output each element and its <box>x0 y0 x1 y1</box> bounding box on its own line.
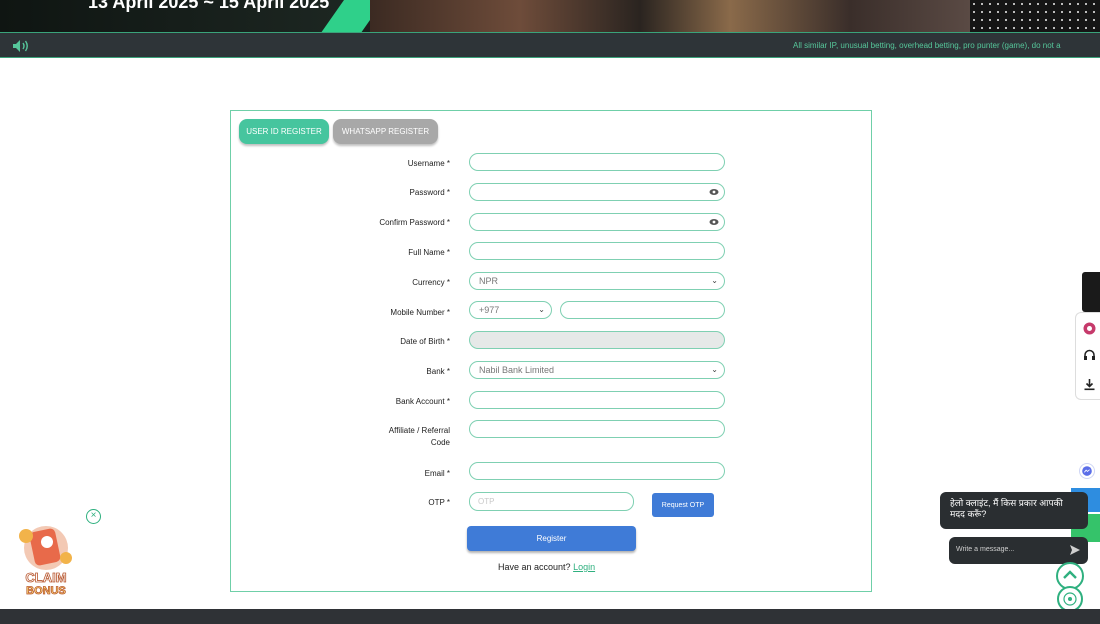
affiliate-code-input[interactable] <box>469 420 725 438</box>
username-input[interactable] <box>469 153 725 171</box>
affiliate-label: Affiliate / Referral Code <box>389 425 450 449</box>
announcement-bar: All similar IP, unusual betting, overhea… <box>0 32 1100 58</box>
country-code-select[interactable]: +977 ⌄ <box>469 301 552 319</box>
date-of-birth-label: Date of Birth * <box>400 337 450 346</box>
currency-value: NPR <box>479 276 499 286</box>
chat-message-input[interactable]: Write a message... <box>949 537 1088 564</box>
chat-placeholder: Write a message... <box>956 546 1015 553</box>
bank-label: Bank * <box>426 367 450 376</box>
password-label: Password * <box>409 188 450 197</box>
confirm-password-input[interactable] <box>469 213 725 231</box>
request-otp-button[interactable]: Request OTP <box>652 493 714 517</box>
speaker-icon <box>13 40 28 52</box>
casino-chip-icon[interactable] <box>1083 322 1096 335</box>
password-input[interactable] <box>469 183 725 201</box>
chat-greeting: हेलो क्लाइंट, मैं किस प्रकार आपकी मदद कर… <box>940 492 1088 529</box>
download-icon[interactable] <box>1083 378 1096 391</box>
otp-input[interactable]: OTP <box>469 492 634 511</box>
full-name-input[interactable] <box>469 242 725 260</box>
eye-icon[interactable] <box>709 217 719 227</box>
chevron-down-icon: ⌄ <box>711 276 718 285</box>
currency-label: Currency * <box>412 278 450 287</box>
close-icon[interactable]: × <box>86 509 101 524</box>
chevron-down-icon: ⌄ <box>538 305 545 314</box>
email-label: Email * <box>424 469 450 478</box>
mobile-number-input[interactable] <box>560 301 725 319</box>
confirm-password-label: Confirm Password * <box>379 218 450 227</box>
footer-bar <box>0 609 1100 624</box>
login-link[interactable]: Login <box>573 562 595 572</box>
top-banner[interactable]: 13 April 2025 ~ 15 April 2025 <box>0 0 1100 32</box>
banner-image <box>370 0 970 32</box>
bank-account-label: Bank Account * <box>395 397 450 406</box>
affiliate-label-line2: Code <box>430 438 450 447</box>
currency-select[interactable]: NPR ⌄ <box>469 272 725 290</box>
tab-user-id-register[interactable]: USER ID REGISTER <box>239 119 329 144</box>
email-input[interactable] <box>469 462 725 480</box>
mobile-number-label: Mobile Number * <box>390 308 450 317</box>
country-code-value: +977 <box>479 305 500 315</box>
side-toolbar <box>1075 312 1100 400</box>
username-label: Username * <box>407 159 450 168</box>
date-of-birth-input[interactable] <box>469 331 725 349</box>
announcement-text: All similar IP, unusual betting, overhea… <box>793 41 1061 50</box>
messenger-icon[interactable] <box>1079 463 1095 479</box>
register-button[interactable]: Register <box>467 526 636 551</box>
affiliate-label-line1: Affiliate / Referral <box>388 426 450 435</box>
svg-text:BONUS: BONUS <box>26 585 66 597</box>
banner-dots-pattern <box>970 0 1100 32</box>
bank-account-input[interactable] <box>469 391 725 409</box>
send-icon[interactable] <box>1069 544 1081 556</box>
headset-icon[interactable] <box>1083 349 1096 362</box>
have-account-text: Have an account? Login <box>498 562 595 572</box>
have-account-label: Have an account? <box>498 562 571 572</box>
claim-bonus-icon[interactable]: CLAIM BONUS <box>8 518 84 598</box>
eye-icon[interactable] <box>709 187 719 197</box>
svg-text:CLAIM: CLAIM <box>25 570 66 585</box>
bank-value: Nabil Bank Limited <box>479 365 555 375</box>
banner-date: 13 April 2025 ~ 15 April 2025 <box>88 0 330 12</box>
otp-label: OTP * <box>428 498 450 507</box>
chevron-down-icon: ⌄ <box>711 365 718 374</box>
bank-select[interactable]: Nabil Bank Limited ⌄ <box>469 361 725 379</box>
side-promo-tab[interactable] <box>1082 272 1100 312</box>
tab-whatsapp-register[interactable]: WHATSAPP REGISTER <box>333 119 438 144</box>
register-panel: USER ID REGISTER WHATSAPP REGISTER Usern… <box>230 110 872 592</box>
full-name-label: Full Name * <box>408 248 450 257</box>
